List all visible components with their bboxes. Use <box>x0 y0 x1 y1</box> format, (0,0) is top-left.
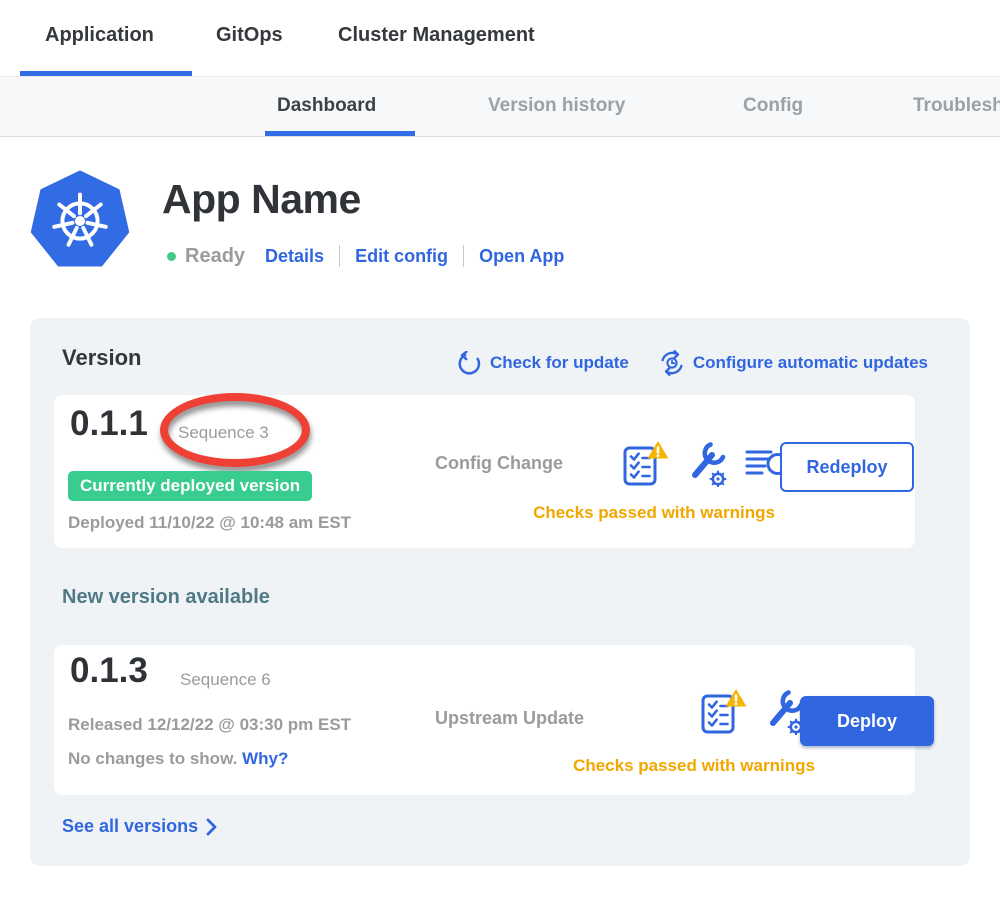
status-label: Ready <box>185 245 245 268</box>
subtab-version-history[interactable]: Version history <box>488 95 625 117</box>
redeploy-button[interactable]: Redeploy <box>780 442 914 492</box>
divider <box>463 245 464 267</box>
new-version-available-heading: New version available <box>62 586 270 609</box>
configure-automatic-updates-label: Configure automatic updates <box>693 353 928 373</box>
current-version-sequence: Sequence 3 <box>178 423 269 443</box>
current-version-number: 0.1.1 <box>70 404 148 444</box>
app-title: App Name <box>162 176 361 223</box>
open-app-link[interactable]: Open App <box>479 246 564 267</box>
available-version-card: 0.1.3 Sequence 6 Released 12/12/22 @ 03:… <box>54 645 915 795</box>
no-changes-label: No changes to show. <box>68 749 237 768</box>
refresh-icon <box>457 351 482 376</box>
edit-config-link[interactable]: Edit config <box>355 246 448 267</box>
active-tab-underline <box>20 71 192 76</box>
current-version-card: 0.1.1 Sequence 3 Currently deployed vers… <box>54 395 915 548</box>
auto-update-clock-icon <box>659 350 685 376</box>
version-card: Version Check for update Configur <box>30 318 970 866</box>
deployed-timestamp: Deployed 11/10/22 @ 10:48 am EST <box>68 513 351 533</box>
kubernetes-logo-icon <box>25 166 135 276</box>
subtab-dashboard[interactable]: Dashboard <box>277 95 376 117</box>
available-version-type: Upstream Update <box>435 708 584 729</box>
divider <box>339 245 340 267</box>
version-card-title: Version <box>62 345 141 371</box>
available-checks-warning-text: Checks passed with warnings <box>514 756 874 776</box>
details-link[interactable]: Details <box>265 246 324 267</box>
tab-application[interactable]: Application <box>45 24 154 47</box>
chevron-right-icon <box>206 818 217 836</box>
why-link[interactable]: Why? <box>242 749 288 768</box>
deploy-button[interactable]: Deploy <box>800 696 934 746</box>
top-nav: Application GitOps Cluster Management <box>0 0 1000 77</box>
see-all-versions-label: See all versions <box>62 816 198 837</box>
tab-gitops[interactable]: GitOps <box>216 24 283 47</box>
current-version-type: Config Change <box>435 453 563 474</box>
configure-automatic-updates-link[interactable]: Configure automatic updates <box>659 350 928 376</box>
see-all-versions-link[interactable]: See all versions <box>62 816 217 837</box>
preflight-checks-warning-icon[interactable] <box>699 687 748 735</box>
config-wrench-icon[interactable] <box>685 440 729 487</box>
current-checks-warning-text: Checks passed with warnings <box>474 503 834 523</box>
sub-nav: Dashboard Version history Config Trouble… <box>0 77 1000 137</box>
check-for-update-label: Check for update <box>490 353 629 373</box>
admin-console-page: Application GitOps Cluster Management Da… <box>0 0 1000 898</box>
check-for-update-link[interactable]: Check for update <box>457 351 629 376</box>
app-status-row: Ready Details Edit config Open App <box>167 242 564 270</box>
active-subtab-underline <box>265 131 415 136</box>
no-changes-text: No changes to show. Why? <box>68 749 288 769</box>
released-timestamp: Released 12/12/22 @ 03:30 pm EST <box>68 715 351 735</box>
status-dot-icon <box>167 252 176 261</box>
available-version-number: 0.1.3 <box>70 651 148 691</box>
tab-cluster-management[interactable]: Cluster Management <box>338 24 535 47</box>
available-version-sequence: Sequence 6 <box>180 670 271 690</box>
subtab-config[interactable]: Config <box>743 95 803 117</box>
preflight-checks-warning-icon[interactable] <box>621 439 670 487</box>
subtab-troubleshoot[interactable]: Troubleshoot <box>913 95 1000 117</box>
currently-deployed-badge: Currently deployed version <box>68 471 312 501</box>
